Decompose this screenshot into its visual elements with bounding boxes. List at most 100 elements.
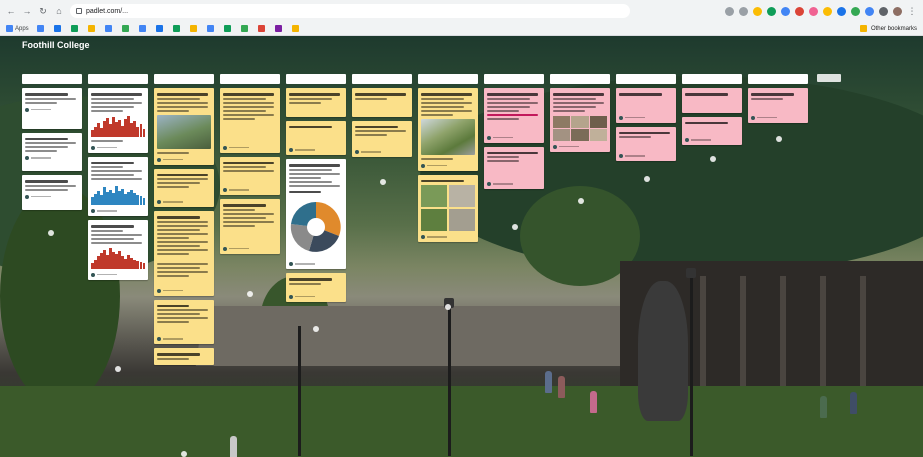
home-icon[interactable]: ⌂ bbox=[54, 6, 64, 16]
add-post-icon[interactable] bbox=[644, 176, 650, 182]
column-title[interactable] bbox=[550, 74, 610, 84]
post-card[interactable] bbox=[220, 156, 280, 195]
post-card[interactable] bbox=[484, 146, 544, 189]
column-title[interactable] bbox=[22, 74, 82, 84]
extension-icon[interactable] bbox=[823, 6, 832, 16]
add-post-icon[interactable] bbox=[578, 198, 584, 204]
bookmark-item[interactable] bbox=[189, 25, 199, 32]
bookmark-item[interactable] bbox=[240, 25, 250, 32]
avatar bbox=[157, 200, 161, 204]
bookmark-item[interactable] bbox=[53, 25, 63, 32]
extension-icon[interactable] bbox=[851, 6, 860, 16]
post-card[interactable] bbox=[286, 120, 346, 155]
other-bookmarks[interactable]: Other bookmarks bbox=[859, 25, 917, 32]
column-title[interactable] bbox=[154, 74, 214, 84]
column-title[interactable] bbox=[748, 74, 808, 84]
extension-icon[interactable] bbox=[781, 6, 790, 16]
add-post-icon[interactable] bbox=[776, 136, 782, 142]
post-card[interactable] bbox=[154, 88, 214, 165]
forward-icon[interactable]: → bbox=[22, 6, 32, 16]
bookmark-item[interactable] bbox=[104, 25, 114, 32]
post-card[interactable] bbox=[154, 348, 214, 365]
post-card[interactable] bbox=[88, 88, 148, 153]
post-card[interactable] bbox=[88, 220, 148, 280]
bookmark-item[interactable] bbox=[172, 25, 182, 32]
more-menu-icon[interactable]: ⋮ bbox=[907, 6, 917, 16]
bookmark-favicon-icon bbox=[155, 25, 163, 32]
add-post-icon[interactable] bbox=[313, 326, 319, 332]
add-post-icon[interactable] bbox=[115, 366, 121, 372]
extension-icon[interactable] bbox=[809, 6, 818, 16]
add-post-icon[interactable] bbox=[445, 304, 451, 310]
column-title[interactable] bbox=[220, 74, 280, 84]
add-post-icon[interactable] bbox=[181, 451, 187, 457]
post-card[interactable] bbox=[220, 88, 280, 153]
post-card[interactable] bbox=[88, 156, 148, 216]
bookmark-item[interactable] bbox=[87, 25, 97, 32]
post-card[interactable] bbox=[154, 211, 214, 296]
add-post-icon[interactable] bbox=[710, 156, 716, 162]
post-card[interactable] bbox=[154, 299, 214, 344]
bookmark-item[interactable] bbox=[36, 25, 46, 32]
bookmark-item[interactable] bbox=[206, 25, 216, 32]
profile-avatar[interactable] bbox=[893, 6, 902, 16]
bookmark-item[interactable] bbox=[70, 25, 80, 32]
post-card[interactable] bbox=[22, 132, 82, 171]
address-bar[interactable]: padlet.com/... bbox=[70, 4, 630, 18]
add-post-icon[interactable] bbox=[48, 230, 54, 236]
extension-icon[interactable] bbox=[767, 6, 776, 16]
column-title[interactable] bbox=[352, 74, 412, 84]
post-card[interactable] bbox=[418, 88, 478, 171]
add-column-button[interactable] bbox=[817, 74, 841, 82]
image-grid bbox=[553, 115, 607, 141]
post-card[interactable] bbox=[352, 88, 412, 117]
bookmark-item[interactable] bbox=[257, 25, 267, 32]
column-title[interactable] bbox=[616, 74, 676, 84]
zoom-icon[interactable] bbox=[725, 6, 734, 16]
post-card[interactable] bbox=[154, 168, 214, 207]
post-author bbox=[355, 150, 409, 154]
post-card[interactable] bbox=[748, 88, 808, 123]
bookmark-item[interactable] bbox=[138, 25, 148, 32]
bookmark-item[interactable] bbox=[291, 25, 301, 32]
add-post-icon[interactable] bbox=[512, 224, 518, 230]
post-card[interactable] bbox=[286, 159, 346, 269]
post-card[interactable] bbox=[550, 88, 610, 152]
column-title[interactable] bbox=[286, 74, 346, 84]
post-card[interactable] bbox=[616, 126, 676, 161]
post-card[interactable] bbox=[418, 174, 478, 242]
post-card[interactable] bbox=[616, 88, 676, 123]
bookmark-item[interactable] bbox=[223, 25, 233, 32]
sculpture bbox=[638, 281, 688, 421]
add-post-icon[interactable] bbox=[247, 291, 253, 297]
extension-icon[interactable] bbox=[865, 6, 874, 16]
post-card[interactable] bbox=[682, 116, 742, 145]
bar-chart-thumbnail bbox=[91, 183, 146, 205]
post-card[interactable] bbox=[484, 88, 544, 143]
column-title[interactable] bbox=[682, 74, 742, 84]
column-title[interactable] bbox=[418, 74, 478, 84]
bookmark-item[interactable] bbox=[274, 25, 284, 32]
post-card[interactable] bbox=[220, 199, 280, 254]
column-title[interactable] bbox=[88, 74, 148, 84]
reload-icon[interactable]: ↻ bbox=[38, 6, 48, 16]
back-icon[interactable]: ← bbox=[6, 6, 16, 16]
bookmark-item[interactable] bbox=[121, 25, 131, 32]
extension-icon[interactable] bbox=[795, 6, 804, 16]
bookmark-item[interactable] bbox=[155, 25, 165, 32]
post-card[interactable] bbox=[682, 88, 742, 113]
add-post-icon[interactable] bbox=[380, 179, 386, 185]
extension-icon[interactable] bbox=[837, 6, 846, 16]
post-card[interactable] bbox=[286, 273, 346, 302]
bookmark-favicon-icon bbox=[240, 25, 248, 32]
puzzle-icon[interactable] bbox=[879, 6, 888, 16]
star-icon[interactable] bbox=[753, 6, 762, 16]
share-icon[interactable] bbox=[739, 6, 748, 16]
post-card[interactable] bbox=[22, 175, 82, 210]
post-card[interactable] bbox=[22, 88, 82, 129]
bookmark-item[interactable]: Apps bbox=[6, 25, 29, 32]
column-title[interactable] bbox=[484, 74, 544, 84]
post-card[interactable] bbox=[352, 120, 412, 157]
column bbox=[88, 74, 148, 284]
post-card[interactable] bbox=[286, 88, 346, 117]
